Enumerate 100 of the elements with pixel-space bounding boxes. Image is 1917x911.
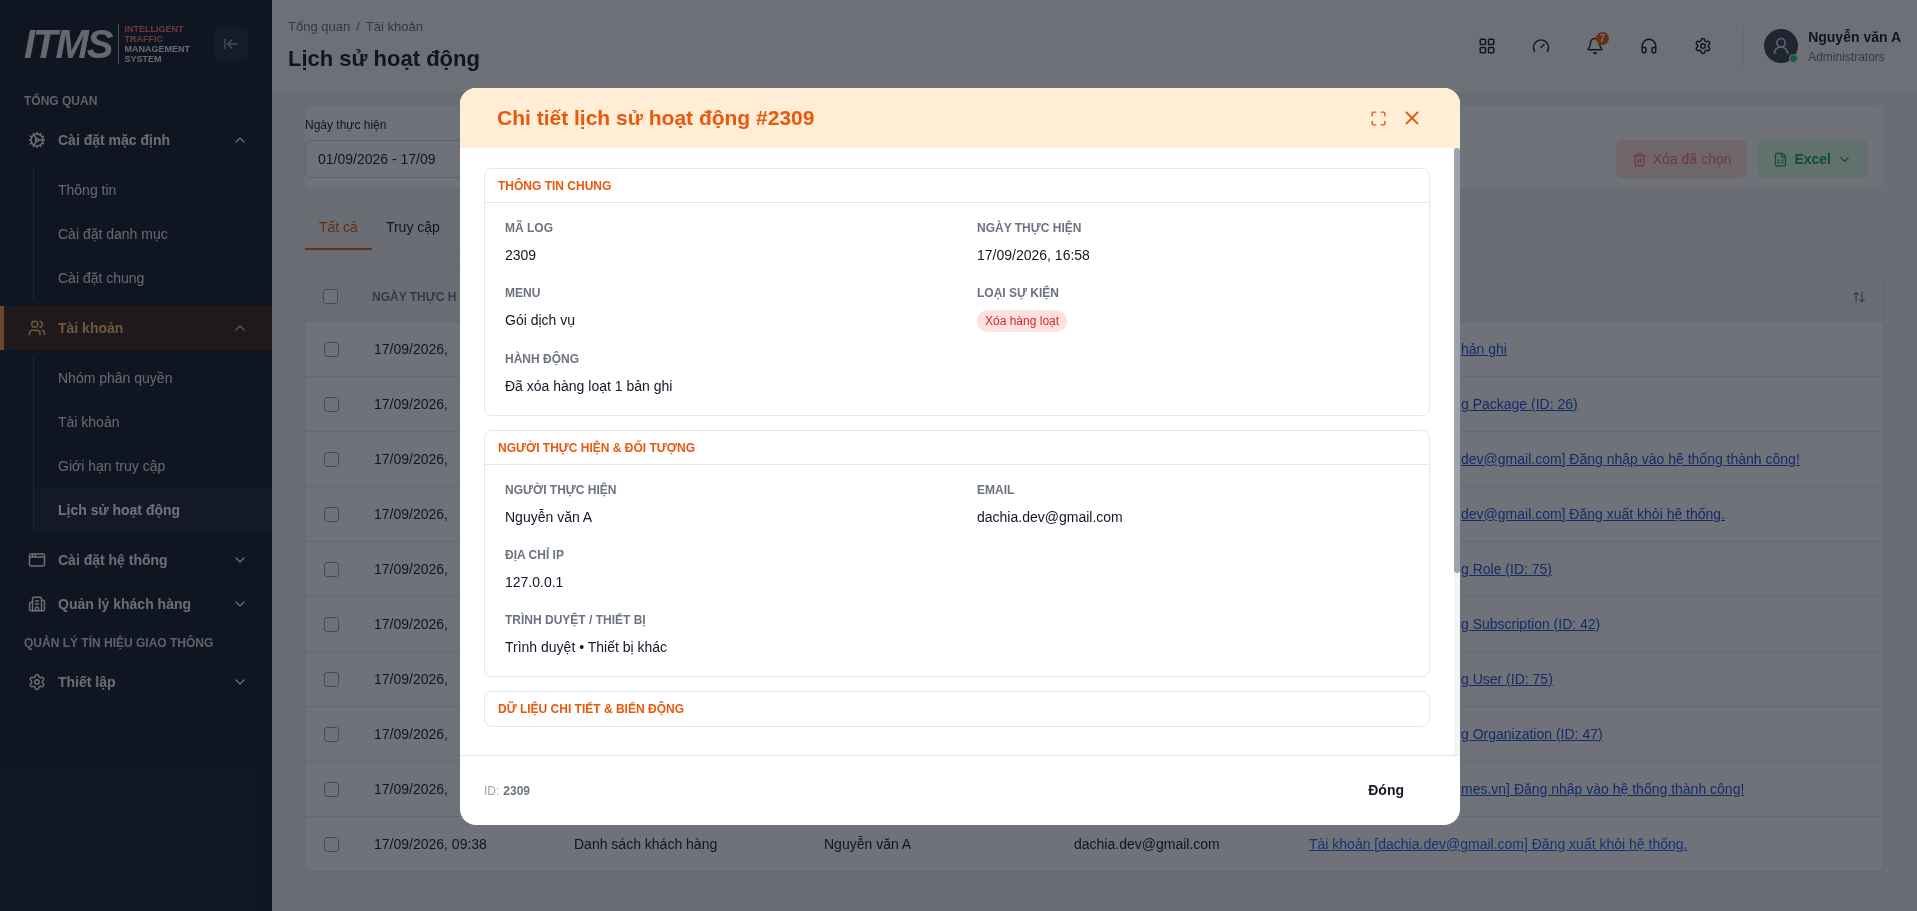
row-checkbox[interactable] — [323, 561, 339, 577]
field-value: dachia.dev@gmail.com — [977, 508, 1123, 527]
trash-icon — [1631, 151, 1647, 167]
sidebar-item[interactable]: Thiết lập — [0, 660, 272, 704]
date-cell-text: 17/09/2026, — [374, 559, 448, 579]
sidebar-subitem[interactable]: Thông tin — [34, 168, 272, 212]
scrollbar-thumb[interactable] — [1454, 148, 1460, 573]
field-value: Nguyễn văn A — [505, 508, 593, 527]
row-checkbox[interactable] — [323, 289, 338, 304]
field-label: LOẠI SỰ KIỆN — [977, 284, 1059, 302]
notification-badge: 7 — [1595, 32, 1610, 45]
sidebar-subitem[interactable]: Nhóm phân quyền — [34, 356, 272, 400]
field-value: Gói dịch vụ — [505, 311, 576, 330]
row-checkbox[interactable] — [323, 396, 339, 412]
action-link[interactable]: g Role (ID: 75) — [1461, 558, 1553, 580]
date-cell-text: 17/09/2026, — [374, 614, 448, 634]
sidebar-subitem[interactable]: Cài đặt danh mục — [34, 212, 272, 256]
row-checkbox[interactable] — [323, 781, 339, 797]
id-label: ID: — [484, 782, 500, 800]
sidebar-item[interactable]: Cài đặt hệ thống — [0, 538, 272, 582]
user-name: Nguyễn văn A — [1808, 27, 1901, 47]
action-link[interactable]: dev@gmail.com] Đăng nhập vào hệ thống thành công! — [1461, 448, 1800, 470]
date-cell-text: 17/09/2026, 09:38 — [374, 834, 487, 854]
window-icon — [28, 551, 46, 569]
users-icon — [28, 319, 46, 337]
row-checkbox[interactable] — [323, 506, 339, 522]
action-link[interactable]: g User (ID: 75) — [1461, 668, 1553, 690]
action-link[interactable]: g Organization (ID: 47) — [1461, 723, 1603, 745]
page-title: Lịch sử hoạt động — [288, 45, 480, 74]
building-icon — [28, 595, 46, 613]
field-value: 127.0.0.1 — [505, 573, 564, 592]
fullscreen-button[interactable] — [1370, 109, 1387, 127]
gear-icon — [28, 673, 46, 691]
date-cell-text: 17/09/2026, — [374, 339, 448, 359]
menu-cell-text: Danh sách khách hàng — [573, 834, 719, 854]
id-value: 2309 — [503, 782, 531, 800]
section-title: NGƯỜI THỰC HIỆN & ĐỐI TƯỢNG — [498, 439, 695, 457]
row-checkbox[interactable] — [323, 341, 339, 357]
email-cell-text: dachia.dev@gmail.com — [1073, 834, 1221, 854]
row-checkbox[interactable] — [323, 726, 339, 742]
section-title: DỮ LIỆU CHI TIẾT & BIẾN ĐỘNG — [498, 700, 684, 718]
filter-tab[interactable]: Tất cả — [305, 206, 372, 250]
date-cell-text: 17/09/2026, — [374, 504, 448, 524]
logo-tagline: SYSTEM — [124, 54, 163, 64]
field-value: Đã xóa hàng loạt 1 bản ghi — [505, 377, 673, 396]
sidebar-item[interactable]: Quản lý khách hàng — [0, 582, 272, 626]
sidebar-subitem[interactable]: Lịch sử hoạt động — [34, 488, 272, 532]
row-checkbox[interactable] — [323, 616, 339, 632]
user-role: Administrators — [1808, 48, 1886, 66]
collapse-icon — [223, 36, 239, 52]
field-label: MENU — [505, 285, 541, 302]
date-cell-text: 17/09/2026, — [374, 669, 448, 689]
field-label: HÀNH ĐỘNG — [505, 350, 579, 368]
breadcrumb-separator: / — [356, 17, 360, 36]
dialog-title: Chi tiết lịch sử hoạt động #2309 — [497, 105, 815, 132]
field-label: NGÀY THỰC HIỆN — [977, 219, 1082, 237]
field-label: TRÌNH DUYỆT / THIẾT BỊ — [505, 611, 646, 629]
field-value: 2309 — [505, 246, 537, 265]
row-checkbox[interactable] — [323, 451, 339, 467]
sidebar-item[interactable]: Cài đặt mặc định — [0, 118, 272, 162]
sidebar-heading: QUẢN LÝ TÍN HIỆU GIAO THÔNG — [23, 634, 215, 652]
sidebar-subitem[interactable]: Cài đặt chung — [34, 256, 272, 300]
breadcrumb-link[interactable]: Tài khoản — [365, 16, 423, 37]
bell-button[interactable]: 7 — [1581, 32, 1610, 60]
field-value: 17/09/2026, 16:58 — [977, 246, 1090, 265]
sidebar-item[interactable]: Tài khoản — [0, 306, 272, 350]
date-cell-text: 17/09/2026, — [374, 394, 448, 414]
settings-icon — [1694, 37, 1713, 55]
logo-tagline: TRAFFIC — [124, 34, 165, 44]
logo-tagline: INTELLIGENT — [124, 24, 185, 34]
action-link[interactable]: dev@gmail.com] Đăng xuất khỏi hệ thống. — [1461, 503, 1726, 525]
sidebar-subitem[interactable]: Tài khoản — [34, 400, 272, 444]
filter-tab[interactable]: Truy cập — [371, 206, 454, 250]
row-checkbox[interactable] — [323, 836, 339, 852]
filter-label: Ngày thực hiện — [305, 117, 387, 134]
spreadsheet-icon — [1773, 151, 1789, 167]
breadcrumb-link[interactable]: Tổng quan — [288, 16, 351, 37]
action-link[interactable]: mes.vn] Đăng nhập vào hệ thống thành công! — [1461, 778, 1745, 800]
logo-mark: ITMS — [24, 24, 112, 64]
action-link[interactable]: Tài khoản [dachia.dev@gmail.com] Đăng xuất khỏi hệ thống. — [1309, 833, 1688, 855]
event-type-tag: Xóa hàng loạt — [977, 310, 1068, 332]
action-link[interactable]: g Package (ID: 26) — [1461, 393, 1578, 415]
action-link[interactable]: g Subscription (ID: 42) — [1461, 613, 1601, 635]
collapse-sidebar-button[interactable] — [214, 27, 248, 61]
sort-icon — [1852, 289, 1866, 304]
sidebar-subitem[interactable]: Giới hạn truy cập — [34, 444, 272, 488]
cog-icon — [28, 131, 46, 149]
field-label: EMAIL — [977, 482, 1015, 499]
action-link[interactable]: hản ghi — [1461, 338, 1507, 360]
avatar[interactable] — [1764, 29, 1799, 63]
user-cell-text: Nguyễn văn A — [823, 834, 913, 854]
field-label: NGƯỜI THỰC HIỆN — [505, 481, 617, 499]
field-label: ĐỊA CHỈ IP — [505, 546, 564, 564]
fullscreen-icon — [1370, 109, 1387, 127]
row-checkbox[interactable] — [323, 671, 339, 687]
field-label: MÃ LOG — [505, 219, 553, 237]
gauge-icon — [1532, 37, 1551, 55]
excel-button[interactable]: Excel — [1757, 140, 1868, 178]
logo-tagline: MANAGEMENT — [124, 44, 191, 54]
grid-icon — [1478, 37, 1497, 55]
